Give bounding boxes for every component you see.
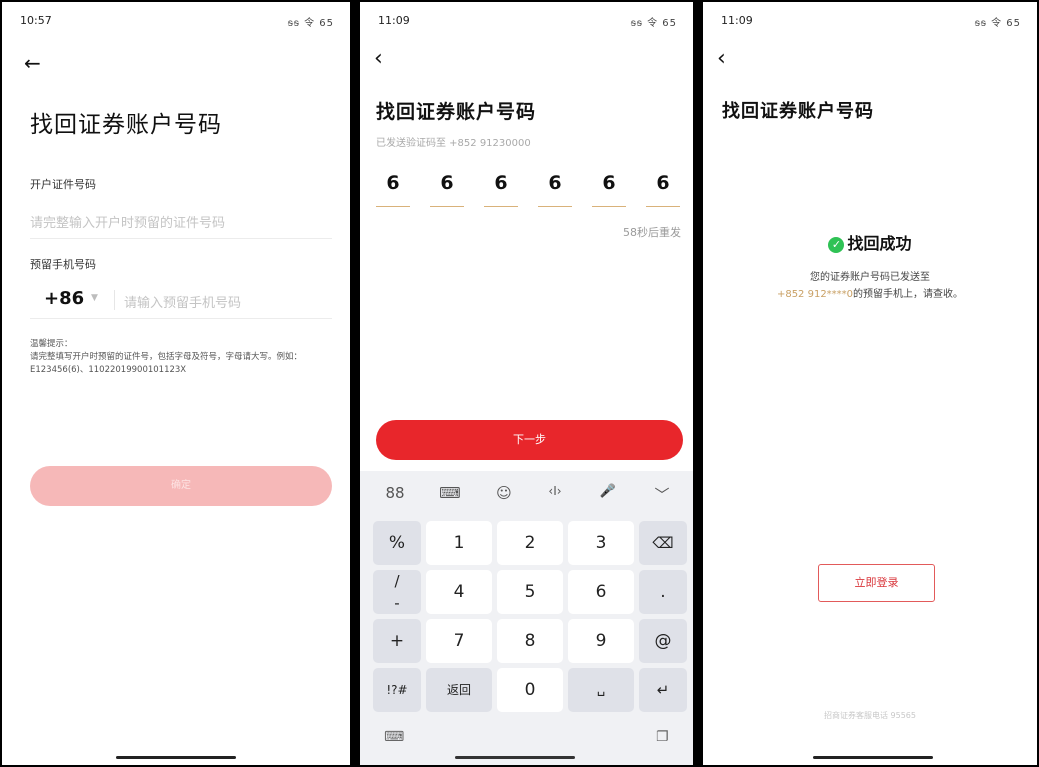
screen-verify-code: 11:09 ᵴᵴ 令 65 ‹ 找回证券账户号码 已发送验证码至 +852 91… — [360, 2, 693, 765]
key-6[interactable]: 6 — [568, 570, 634, 614]
status-bar: 11:09 ᵴᵴ 令 65 — [703, 10, 1037, 30]
success-title: 找回成功 — [847, 234, 912, 253]
key-9[interactable]: 9 — [568, 619, 634, 663]
key-plus[interactable]: + — [373, 619, 421, 663]
success-message-line1: 您的证券账户号码已发送至 — [810, 272, 930, 283]
code-underline — [430, 206, 464, 207]
home-indicator[interactable] — [813, 756, 933, 759]
key-at[interactable]: @ — [639, 619, 687, 663]
code-underline — [376, 206, 410, 207]
code-digit-1[interactable]: 6 — [376, 172, 410, 194]
home-indicator[interactable] — [116, 756, 236, 759]
code-digit-3[interactable]: 6 — [484, 172, 518, 194]
key-5[interactable]: 5 — [497, 570, 563, 614]
keyboard-toolbar: 88 ⌨ ☺ ‹I› 🎤 ﹀ — [360, 471, 693, 515]
tip-title: 温馨提示： — [30, 339, 73, 349]
screen-success: 11:09 ᵴᵴ 令 65 ‹ 找回证券账户号码 ✓ 找回成功 您的证券账户号码已… — [703, 2, 1037, 765]
key-0[interactable]: 0 — [497, 668, 563, 712]
confirm-button[interactable]: 确定 — [30, 466, 332, 506]
status-icons: ᵴᵴ 令 65 — [974, 18, 1021, 29]
backspace-key-icon[interactable]: ⌫ — [639, 521, 687, 565]
grid-icon[interactable]: 88 — [383, 484, 407, 502]
id-underline — [30, 238, 332, 239]
id-input[interactable]: 请完整输入开户时预留的证件号码 — [30, 212, 225, 231]
microphone-icon[interactable]: 🎤 — [596, 484, 620, 499]
code-digit-6[interactable]: 6 — [646, 172, 680, 194]
key-4[interactable]: 4 — [426, 570, 492, 614]
phone-underline — [30, 318, 332, 319]
enter-key-icon[interactable]: ↵ — [639, 668, 687, 712]
space-key-icon[interactable]: ␣ — [568, 668, 634, 712]
status-bar: 10:57 ᵴᵴ 令 65 — [2, 10, 350, 30]
page-title: 找回证券账户号码 — [376, 101, 537, 123]
status-time: 11:09 — [721, 14, 753, 27]
key-slash-minus[interactable]: / - — [373, 570, 421, 614]
status-time: 10:57 — [20, 14, 52, 27]
success-heading: ✓ 找回成功 — [703, 230, 1037, 254]
key-1[interactable]: 1 — [426, 521, 492, 565]
screen-find-account-form: 10:57 ᵴᵴ 令 65 ← 找回证券账户号码 开户证件号码 请完整输入开户时… — [2, 2, 350, 765]
back-chevron-icon[interactable]: ‹ — [717, 48, 726, 70]
keyboard-switch-icon[interactable]: ⌨ — [384, 729, 404, 745]
collapse-icon[interactable]: ﹀ — [650, 484, 674, 505]
status-icons: ᵴᵴ 令 65 — [630, 18, 677, 29]
status-bar: 11:09 ᵴᵴ 令 65 — [360, 10, 693, 30]
next-button[interactable]: 下一步 — [376, 420, 683, 460]
phone-label: 预留手机号码 — [30, 258, 96, 271]
divider — [114, 290, 115, 310]
key-return-label[interactable]: 返回 — [426, 668, 492, 712]
keyboard-icon[interactable]: ⌨ — [438, 484, 462, 502]
screenshot-triptych: 10:57 ᵴᵴ 令 65 ← 找回证券账户号码 开户证件号码 请完整输入开户时… — [0, 0, 1039, 767]
code-underline — [592, 206, 626, 207]
emoji-icon[interactable]: ☺ — [492, 484, 516, 502]
cursor-icon[interactable]: ‹I› — [543, 484, 567, 498]
resend-countdown: 58秒后重发 — [623, 226, 681, 239]
clipboard-icon[interactable]: ❐ — [656, 729, 669, 745]
page-title: 找回证券账户号码 — [722, 101, 874, 122]
back-chevron-icon[interactable]: ‹ — [374, 48, 383, 70]
numeric-keyboard: 88 ⌨ ☺ ‹I› 🎤 ﹀ % 1 2 3 ⌫ / - 4 5 6 . + 7… — [360, 471, 693, 765]
dropdown-arrow-icon[interactable]: ▼ — [91, 293, 98, 303]
check-circle-icon: ✓ — [828, 237, 845, 253]
code-digit-4[interactable]: 6 — [538, 172, 572, 194]
key-percent[interactable]: % — [373, 521, 421, 565]
key-8[interactable]: 8 — [497, 619, 563, 663]
code-underline — [484, 206, 518, 207]
page-title: 找回证券账户号码 — [30, 112, 222, 138]
phone-input[interactable]: 请输入预留手机号码 — [124, 292, 241, 311]
status-icons: ᵴᵴ 令 65 — [287, 18, 334, 29]
key-2[interactable]: 2 — [497, 521, 563, 565]
country-code-select[interactable]: +86 — [44, 288, 84, 309]
key-dot[interactable]: . — [639, 570, 687, 614]
id-label: 开户证件号码 — [30, 178, 96, 191]
back-arrow-icon[interactable]: ← — [24, 52, 41, 74]
key-3[interactable]: 3 — [568, 521, 634, 565]
code-underline — [538, 206, 572, 207]
success-message-line2: +852 912****0的预留手机上，请查收。 — [703, 285, 1037, 300]
masked-phone: +852 912****0 — [776, 289, 854, 300]
service-hotline: 招商证券客服电话 95565 — [824, 711, 916, 720]
code-digit-2[interactable]: 6 — [430, 172, 464, 194]
status-time: 11:09 — [378, 14, 410, 27]
key-minus-label: - — [394, 594, 400, 612]
key-slash-label: / — [394, 572, 400, 590]
code-digit-5[interactable]: 6 — [592, 172, 626, 194]
login-now-button[interactable]: 立即登录 — [818, 564, 935, 602]
success-message-rest: 的预留手机上，请查收。 — [853, 289, 964, 300]
code-underline — [646, 206, 680, 207]
home-indicator[interactable] — [455, 756, 575, 759]
tip-body: 请完整填写开户时预留的证件号，包括字母及符号，字母请大写。例如：E123456(… — [30, 352, 303, 375]
key-7[interactable]: 7 — [426, 619, 492, 663]
code-sent-notice: 已发送验证码至 +852 91230000 — [376, 138, 531, 149]
key-symbols[interactable]: !?# — [373, 668, 421, 712]
